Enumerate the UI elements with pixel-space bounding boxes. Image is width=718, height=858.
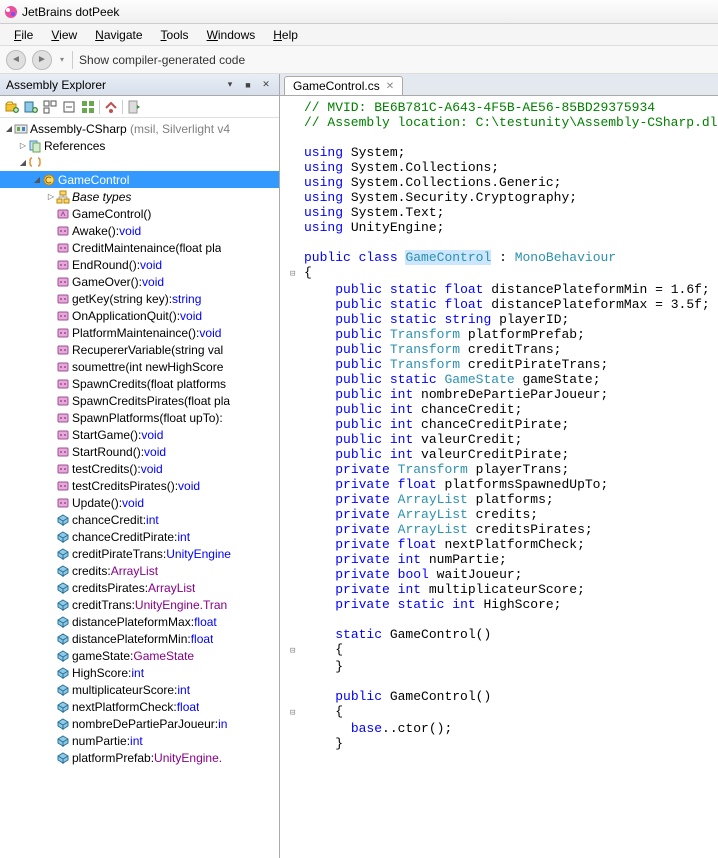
tree-row[interactable]: RecupererVariable(string val (0, 341, 279, 358)
tree-row[interactable]: gameState:GameState (0, 647, 279, 664)
tree-row[interactable]: OnApplicationQuit():void (0, 307, 279, 324)
tree-row[interactable]: testCreditsPirates():void (0, 477, 279, 494)
tree-row[interactable]: EndRound():void (0, 256, 279, 273)
tree-row[interactable]: nextPlatformCheck:float (0, 698, 279, 715)
tree-row[interactable]: soumettre(int newHighScore (0, 358, 279, 375)
tree-row[interactable]: HighScore:int (0, 664, 279, 681)
nav-forward-button[interactable]: ► (32, 50, 52, 70)
toolbar: ◄ ► ▾ Show compiler-generated code (0, 46, 718, 74)
tree-row[interactable]: platformPrefab:UnityEngine. (0, 749, 279, 766)
tree-row[interactable]: GameOver():void (0, 273, 279, 290)
tree-row[interactable]: numPartie:int (0, 732, 279, 749)
tree-row[interactable]: ◢Assembly-CSharp (msil, Silverlight v4 (0, 120, 279, 137)
editor-panel: GameControl.cs ✕ // MVID: BE6B781C-A643-… (280, 74, 718, 858)
tree-row[interactable]: multiplicateurScore:int (0, 681, 279, 698)
tree-row[interactable]: ◢GameControl (0, 171, 279, 188)
assembly-tree[interactable]: ◢Assembly-CSharp (msil, Silverlight v4▷R… (0, 118, 279, 858)
open-icon[interactable] (4, 99, 20, 115)
expand-icon[interactable] (42, 99, 58, 115)
tree-row[interactable]: Awake():void (0, 222, 279, 239)
group-icon[interactable] (80, 99, 96, 115)
tree-row[interactable]: chanceCreditPirate:int (0, 528, 279, 545)
tree-row[interactable]: ▷References (0, 137, 279, 154)
tree-row[interactable]: creditTrans:UnityEngine.Tran (0, 596, 279, 613)
panel-dropdown-icon[interactable]: ▾ (223, 78, 237, 92)
tree-row[interactable]: SpawnPlatforms(float upTo): (0, 409, 279, 426)
tree-row[interactable]: CreditMaintenaince(float pla (0, 239, 279, 256)
panel-title: Assembly Explorer (6, 78, 106, 92)
tab-close-icon[interactable]: ✕ (386, 81, 394, 92)
tree-row[interactable]: getKey(string key):string (0, 290, 279, 307)
tree-row[interactable]: distancePlateformMin:float (0, 630, 279, 647)
tree-row[interactable]: SpawnCredits(float platforms (0, 375, 279, 392)
tree-row[interactable]: credits:ArrayList (0, 562, 279, 579)
menu-navigate[interactable]: Navigate (87, 26, 150, 44)
tree-row[interactable]: ▷Base types (0, 188, 279, 205)
tree-row[interactable]: StartRound():void (0, 443, 279, 460)
tree-row[interactable]: creditsPirates:ArrayList (0, 579, 279, 596)
panel-toolbar (0, 96, 279, 118)
toolbar-action[interactable]: Show compiler-generated code (79, 53, 245, 67)
assembly-explorer-panel: Assembly Explorer ▾ ■ ✕ ◢Assembly-CSharp… (0, 74, 280, 858)
tabstrip: GameControl.cs ✕ (280, 74, 718, 96)
nav-history-dropdown-icon[interactable]: ▾ (58, 55, 66, 64)
tree-row[interactable]: Update():void (0, 494, 279, 511)
panel-close-icon[interactable]: ✕ (259, 78, 273, 92)
tree-row[interactable]: chanceCredit:int (0, 511, 279, 528)
toolbar-divider (72, 51, 73, 69)
tree-row[interactable]: GameControl() (0, 205, 279, 222)
menu-file[interactable]: File (6, 26, 41, 44)
collapse-icon[interactable] (61, 99, 77, 115)
tree-row[interactable]: testCredits():void (0, 460, 279, 477)
menu-tools[interactable]: Tools (153, 26, 197, 44)
tab-label: GameControl.cs (293, 79, 380, 93)
app-logo-icon (4, 5, 18, 19)
menu-view[interactable]: View (43, 26, 85, 44)
tree-row[interactable]: ◢ (0, 154, 279, 171)
tree-row[interactable]: SpawnCreditsPirates(float pla (0, 392, 279, 409)
panel-header: Assembly Explorer ▾ ■ ✕ (0, 74, 279, 96)
nav-back-button[interactable]: ◄ (6, 50, 26, 70)
menu-help[interactable]: Help (265, 26, 306, 44)
tree-row[interactable]: distancePlateformMax:float (0, 613, 279, 630)
titlebar: JetBrains dotPeek (0, 0, 718, 24)
filter-icon[interactable] (103, 99, 119, 115)
app-title: JetBrains dotPeek (22, 5, 119, 19)
tree-row[interactable]: PlatformMaintenaince():void (0, 324, 279, 341)
add-reference-icon[interactable] (23, 99, 39, 115)
panel-pin-icon[interactable]: ■ (241, 78, 255, 92)
tree-row[interactable]: creditPirateTrans:UnityEngine (0, 545, 279, 562)
menubar: File View Navigate Tools Windows Help (0, 24, 718, 46)
tree-row[interactable]: nombreDePartieParJoueur:in (0, 715, 279, 732)
tree-row[interactable]: StartGame():void (0, 426, 279, 443)
tab-gamecontrol[interactable]: GameControl.cs ✕ (284, 76, 403, 95)
menu-windows[interactable]: Windows (199, 26, 264, 44)
export-icon[interactable] (126, 99, 142, 115)
code-editor[interactable]: // MVID: BE6B781C-A643-4F5B-AE56-85BD293… (280, 96, 718, 858)
